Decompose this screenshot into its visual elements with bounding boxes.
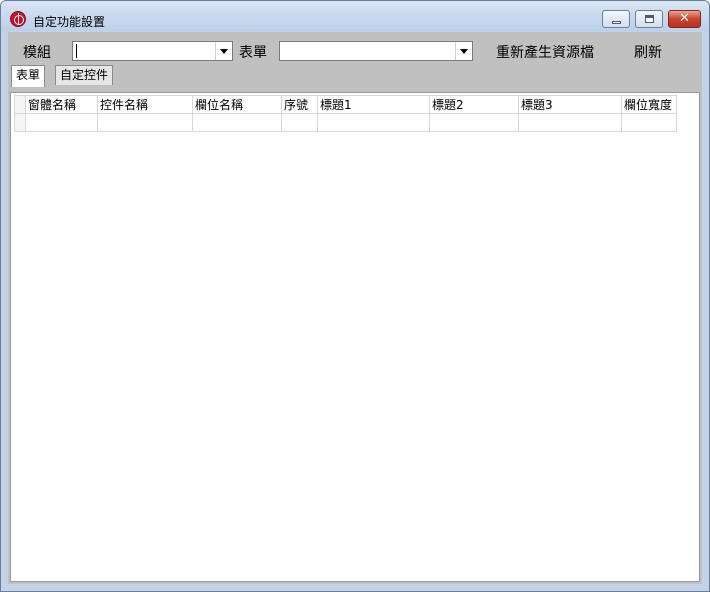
column-header[interactable]: 控件名稱 — [97, 95, 193, 114]
chevron-down-icon[interactable] — [215, 42, 232, 60]
module-label: 模組 — [23, 45, 51, 61]
column-header[interactable]: 欄位名稱 — [192, 95, 282, 114]
column-header[interactable]: 標題2 — [429, 95, 519, 114]
column-header[interactable]: 序號 — [281, 95, 318, 114]
column-header[interactable]: 標題1 — [317, 95, 430, 114]
refresh-button[interactable]: 刷新 — [634, 42, 662, 62]
app-icon[interactable] — [10, 11, 26, 27]
title-bar[interactable]: 自定功能設置 ✕ — [1, 1, 709, 31]
grid-cell[interactable] — [97, 113, 193, 132]
grid-cell[interactable] — [192, 113, 282, 132]
grid-cell[interactable] — [518, 113, 622, 132]
tab-custom-controls[interactable]: 自定控件 — [55, 65, 114, 85]
minimize-button[interactable] — [602, 10, 630, 28]
grid-cell[interactable] — [25, 113, 98, 132]
column-header[interactable]: 標題3 — [518, 95, 622, 114]
tab-panel: 窗體名稱 控件名稱 欄位名稱 序號 標題1 標題2 標題3 欄位寬度 — [10, 92, 700, 582]
chevron-down-icon[interactable] — [455, 42, 472, 60]
window-title: 自定功能設置 — [33, 15, 106, 29]
grid-cell[interactable] — [621, 113, 677, 132]
column-header[interactable]: 欄位寬度 — [621, 95, 677, 114]
regenerate-resource-button[interactable]: 重新產生資源檔 — [496, 42, 594, 62]
data-grid[interactable]: 窗體名稱 控件名稱 欄位名稱 序號 標題1 標題2 標題3 欄位寬度 — [14, 95, 677, 132]
minimize-icon — [612, 21, 621, 24]
client-area: 模組 表單 重新產生資源檔 刷新 表單 自定控件 窗體名稱 控件名稱 欄位名稱 … — [8, 32, 702, 584]
table-row[interactable] — [14, 113, 677, 132]
close-icon: ✕ — [679, 11, 690, 26]
maximize-button[interactable] — [635, 10, 663, 28]
row-header-corner[interactable] — [14, 95, 26, 114]
column-header[interactable]: 窗體名稱 — [25, 95, 98, 114]
form-combo[interactable] — [279, 41, 473, 61]
text-caret — [76, 44, 77, 58]
maximize-icon — [645, 15, 654, 23]
module-combo[interactable] — [72, 41, 233, 61]
grid-cell[interactable] — [317, 113, 430, 132]
close-button[interactable]: ✕ — [668, 10, 701, 28]
grid-header-row: 窗體名稱 控件名稱 欄位名稱 序號 標題1 標題2 標題3 欄位寬度 — [14, 95, 677, 114]
main-window: 自定功能設置 ✕ 模組 表單 重新產生資源檔 刷新 表單 自定控件 窗體名稱 控… — [0, 0, 710, 592]
tab-form[interactable]: 表單 — [11, 65, 46, 87]
form-label: 表單 — [239, 45, 267, 61]
row-header[interactable] — [14, 113, 26, 132]
grid-cell[interactable] — [281, 113, 318, 132]
grid-cell[interactable] — [429, 113, 519, 132]
